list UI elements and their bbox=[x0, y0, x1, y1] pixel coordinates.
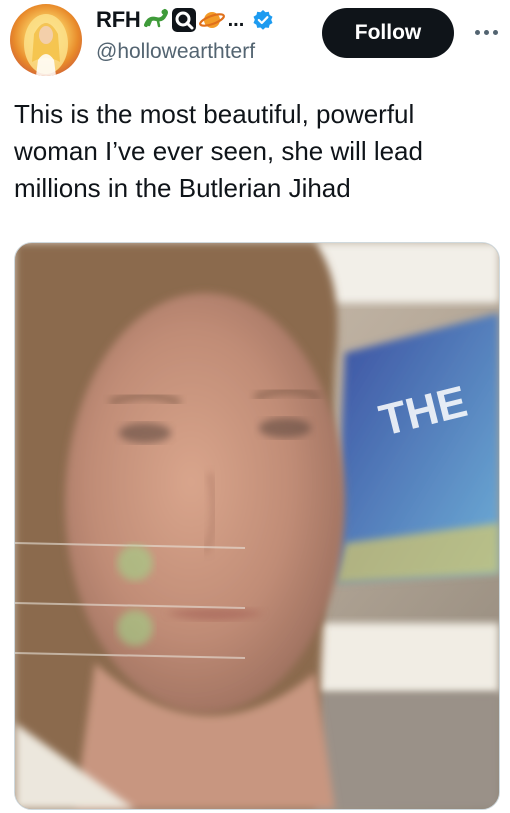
more-dot bbox=[474, 29, 480, 35]
tweet-header: RFH ... @hollowearthterf Follow bbox=[0, 0, 510, 90]
name-truncation: ... bbox=[227, 8, 245, 31]
more-dot bbox=[483, 29, 489, 35]
lizard-emoji-icon bbox=[143, 7, 169, 33]
magnifier-emoji-icon bbox=[171, 7, 197, 33]
follow-button[interactable]: Follow bbox=[322, 8, 454, 58]
verified-badge-icon[interactable] bbox=[252, 9, 274, 31]
tweet-text: This is the most beautiful, powerful wom… bbox=[14, 99, 423, 203]
author-handle[interactable]: @hollowearthterf bbox=[96, 40, 255, 64]
more-options-icon[interactable] bbox=[468, 20, 504, 44]
more-dot bbox=[492, 29, 498, 35]
planet-emoji-icon bbox=[198, 7, 225, 33]
author-name-row[interactable]: RFH ... bbox=[96, 6, 274, 34]
tweet-media-video[interactable]: THE bbox=[14, 242, 500, 810]
avatar[interactable] bbox=[10, 4, 82, 76]
video-frame-image: THE bbox=[15, 243, 499, 809]
avatar-figure-icon bbox=[24, 14, 68, 76]
author-display-name[interactable]: RFH bbox=[96, 7, 141, 33]
